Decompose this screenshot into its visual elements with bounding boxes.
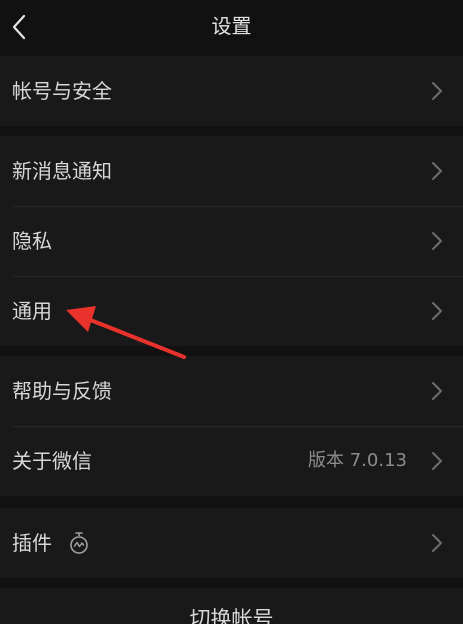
row-label: 帮助与反馈 bbox=[12, 379, 112, 403]
chevron-right-icon bbox=[432, 534, 442, 552]
plugins-group: 插件 bbox=[0, 508, 463, 578]
nav-bar: 设置 bbox=[0, 0, 463, 54]
settings-row-plugins[interactable]: 插件 bbox=[0, 508, 463, 578]
row-label: 插件 bbox=[12, 531, 52, 555]
settings-row-account-security[interactable]: 帐号与安全 bbox=[0, 56, 463, 126]
row-label: 通用 bbox=[12, 299, 52, 323]
account-group: 帐号与安全 bbox=[0, 56, 463, 126]
page-title: 设置 bbox=[211, 14, 252, 38]
row-label: 关于微信 bbox=[12, 449, 92, 473]
chevron-right-icon bbox=[432, 82, 442, 100]
settings-row-about-wechat[interactable]: 关于微信 版本 7.0.13 bbox=[0, 426, 463, 496]
chevron-left-icon bbox=[12, 14, 26, 40]
about-group: 帮助与反馈 关于微信 版本 7.0.13 bbox=[0, 356, 463, 496]
version-value: 版本 7.0.13 bbox=[308, 450, 407, 471]
settings-row-notifications[interactable]: 新消息通知 bbox=[0, 136, 463, 206]
row-label: 隐私 bbox=[12, 229, 52, 253]
switch-account-button[interactable]: 切换帐号 bbox=[0, 588, 463, 624]
chevron-right-icon bbox=[432, 232, 442, 250]
chevron-right-icon bbox=[432, 452, 442, 470]
switch-account-label: 切换帐号 bbox=[189, 607, 274, 624]
plugin-icon bbox=[70, 532, 88, 554]
back-button[interactable] bbox=[8, 10, 38, 44]
chevron-right-icon bbox=[432, 302, 442, 320]
row-label: 新消息通知 bbox=[12, 159, 112, 183]
general-group: 新消息通知 隐私 通用 bbox=[0, 136, 463, 346]
chevron-right-icon bbox=[432, 382, 442, 400]
settings-row-privacy[interactable]: 隐私 bbox=[0, 206, 463, 276]
row-label: 帐号与安全 bbox=[12, 79, 112, 103]
settings-row-general[interactable]: 通用 bbox=[0, 276, 463, 346]
settings-row-help-feedback[interactable]: 帮助与反馈 bbox=[0, 356, 463, 426]
settings-screen: 设置 帐号与安全 新消息通知 隐私 通用 帮助与反馈 关于微信 版本 7.0.1… bbox=[0, 0, 463, 624]
chevron-right-icon bbox=[432, 162, 442, 180]
